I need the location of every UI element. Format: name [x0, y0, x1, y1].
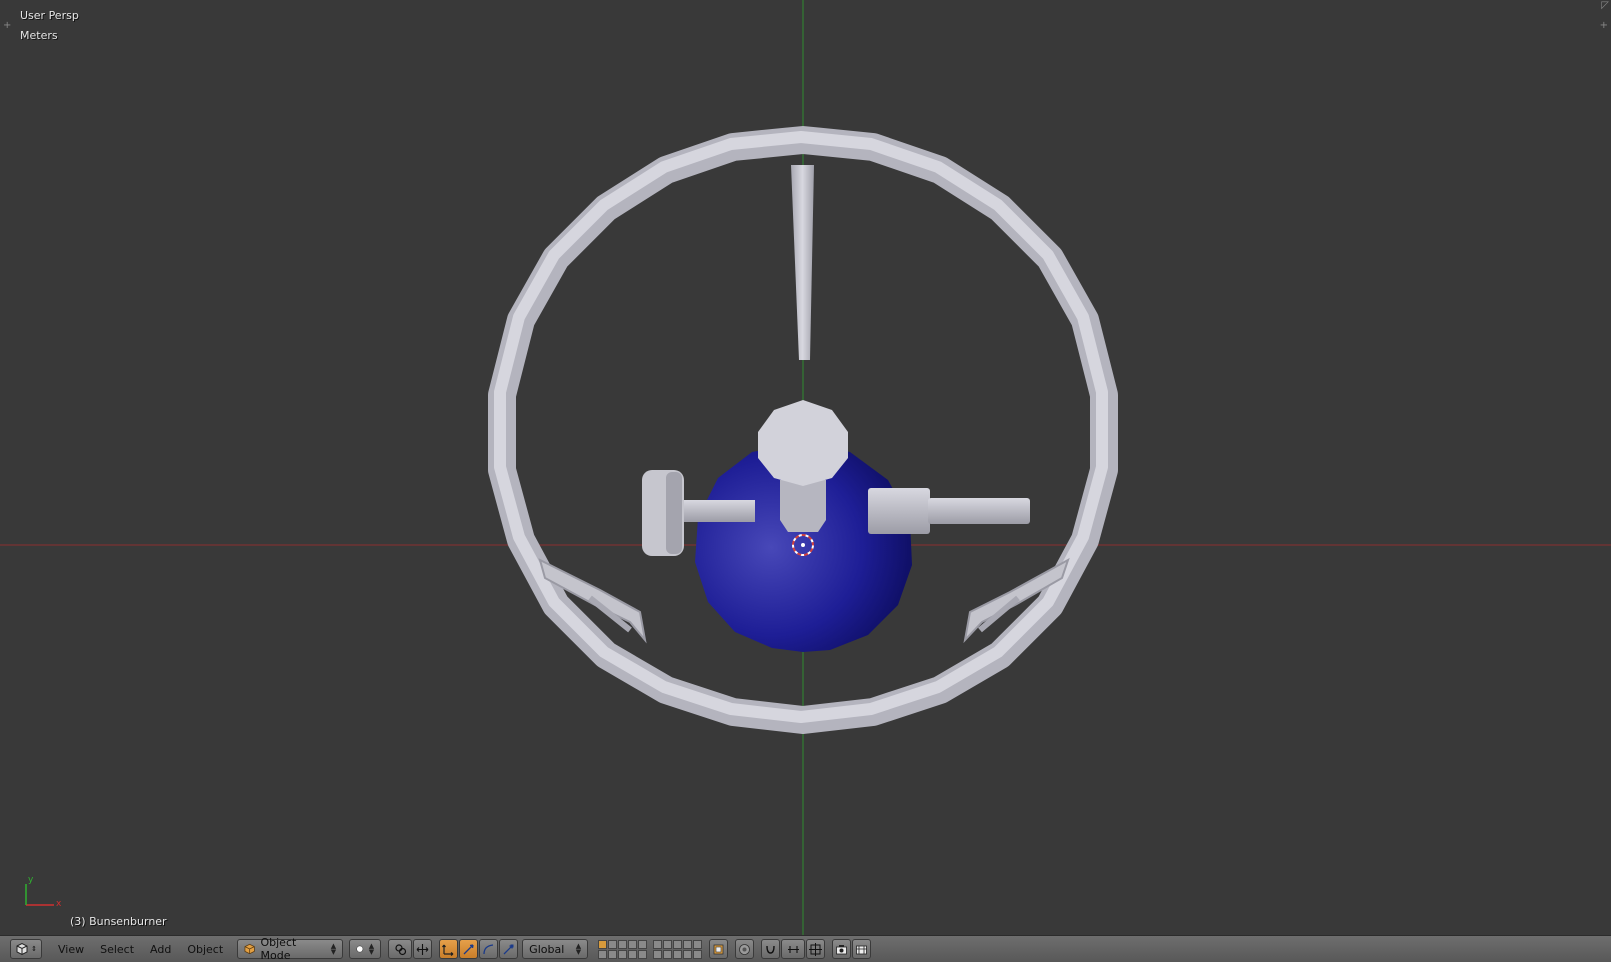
interaction-mode-label: Object Mode [260, 936, 297, 962]
layer-5[interactable] [638, 939, 648, 949]
layer-17[interactable] [663, 949, 673, 959]
translate-manipulator-button[interactable] [439, 939, 459, 959]
3d-viewport[interactable]: x y User Persp Meters (3) Bunsenburner +… [0, 0, 1611, 935]
layer-7[interactable] [663, 939, 673, 949]
layer-grid-right[interactable] [653, 939, 703, 959]
rotate-arc-button[interactable] [479, 939, 499, 959]
menu-object[interactable]: Object [179, 939, 231, 959]
gizmo-x-label: x [56, 899, 62, 909]
layer-9[interactable] [683, 939, 693, 949]
scale-manipulator-button[interactable] [499, 939, 519, 959]
proportional-edit-icon [739, 943, 751, 955]
lock-layers-icon [713, 944, 724, 954]
solid-sphere-icon [356, 945, 364, 953]
active-object-info: (3) Bunsenburner [70, 915, 167, 928]
layer-14[interactable] [628, 949, 638, 959]
layer-6[interactable] [653, 939, 663, 949]
layer-20[interactable] [693, 949, 703, 959]
editor-type-button[interactable]: ⇕ [10, 939, 42, 959]
area-corner-handle[interactable]: ◸ [1601, 0, 1609, 11]
snap-target-icon [809, 942, 823, 956]
manipulator-toggle-button[interactable] [413, 939, 433, 959]
transform-orientation-label: Global [529, 942, 565, 956]
gas-inlet-right[interactable] [868, 488, 1030, 534]
layer-12[interactable] [608, 949, 618, 959]
area-split-handle-right[interactable]: + [1600, 20, 1608, 31]
opengl-anim-button[interactable] [852, 939, 872, 959]
layer-16[interactable] [653, 949, 663, 959]
layer-13[interactable] [618, 949, 628, 959]
viewport-canvas[interactable]: x y [0, 0, 1611, 935]
area-split-handle-left[interactable]: + [3, 20, 11, 31]
object-mode-cube-icon [244, 943, 255, 955]
snap-element-dropdown[interactable] [781, 939, 806, 959]
opengl-anim-icon [856, 945, 868, 954]
pivot-point-dropdown[interactable] [388, 939, 413, 959]
layer-grid-left[interactable] [598, 939, 648, 959]
interaction-mode-dropdown[interactable]: Object Mode ▲ ▼ [237, 936, 344, 962]
rotate-icon [463, 943, 474, 954]
rotate-arc-icon [483, 943, 494, 954]
axis-gizmo: x y [25, 875, 62, 909]
3d-view-icon [16, 942, 28, 956]
translate-icon [442, 944, 454, 956]
viewport-shading-dropdown[interactable]: ▲ ▼ [349, 939, 382, 959]
layer-10[interactable] [693, 939, 703, 949]
opengl-render-icon [836, 944, 848, 954]
snap-icon [766, 945, 775, 954]
lock-layers-button[interactable] [709, 939, 729, 959]
dropdown-arrows-icon: ▲ ▼ [575, 942, 582, 956]
opengl-render-button[interactable] [832, 939, 852, 959]
menu-add[interactable]: Add [142, 939, 179, 959]
dropdown-arrows-icon: ▲ ▼ [330, 942, 337, 956]
layer-4[interactable] [628, 939, 638, 949]
layer-18[interactable] [673, 949, 683, 959]
manipulator-toggle-icon [416, 943, 429, 955]
gizmo-y-label: y [28, 875, 34, 885]
scale-icon [503, 944, 514, 954]
layer-19[interactable] [683, 949, 693, 959]
snap-target-button[interactable] [806, 939, 826, 959]
top-rod[interactable] [791, 165, 814, 360]
layer-1[interactable] [598, 939, 608, 949]
layer-15[interactable] [638, 949, 648, 959]
layer-8[interactable] [673, 939, 683, 949]
snap-element-icon [787, 945, 799, 953]
layer-3[interactable] [618, 939, 628, 949]
proportional-edit-button[interactable] [735, 939, 755, 959]
rotate-manipulator-button[interactable] [459, 939, 479, 959]
view-units-label: Meters [20, 29, 58, 42]
view-name-label: User Persp [20, 9, 79, 22]
layer-11[interactable] [598, 949, 608, 959]
menu-view[interactable]: View [50, 939, 92, 959]
snap-toggle-button[interactable] [761, 939, 781, 959]
viewport-header: ⇕ View Select Add Object Object Mode ▲ ▼ … [0, 935, 1611, 962]
menu-select[interactable]: Select [92, 939, 142, 959]
transform-orientation-dropdown[interactable]: Global ▲ ▼ [522, 939, 589, 959]
dropdown-arrows-icon: ▲ ▼ [368, 942, 375, 956]
pivot-point-icon [395, 943, 406, 955]
layer-2[interactable] [608, 939, 618, 949]
